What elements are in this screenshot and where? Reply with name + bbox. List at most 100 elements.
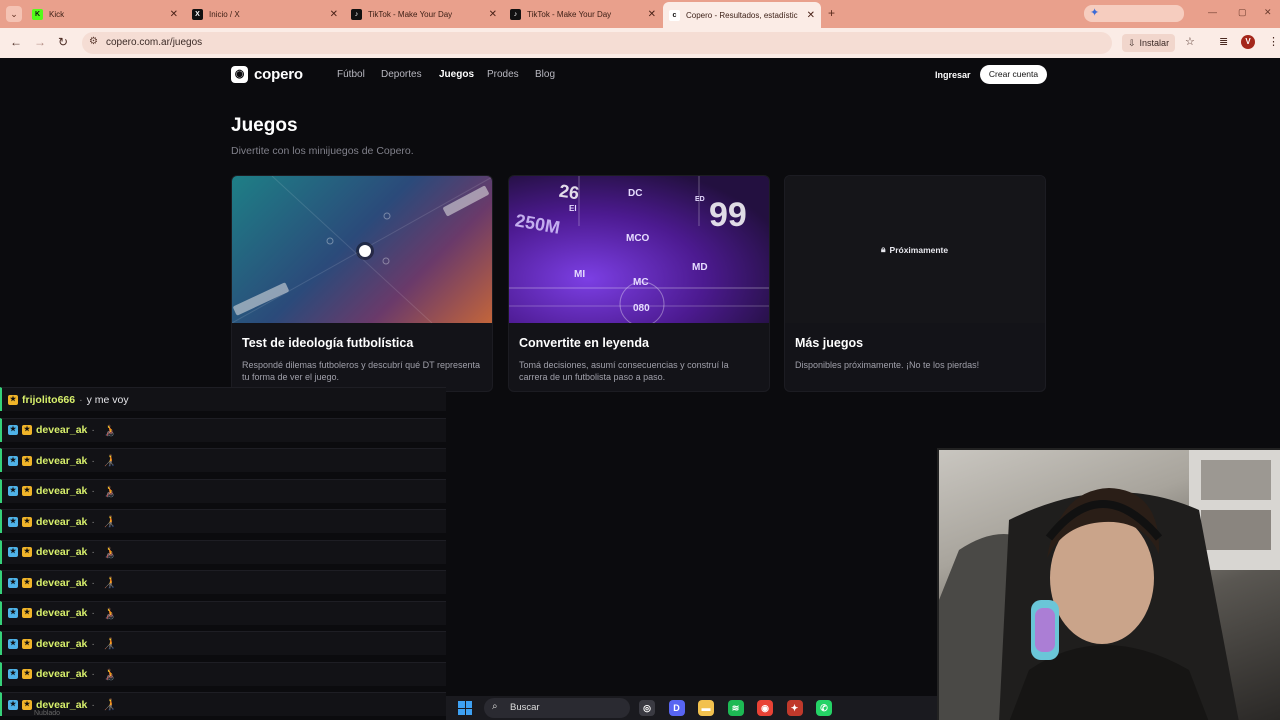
card-become-legend[interactable]: 26 99 250M DC EI MCO MI MD MC ED 080 Con… (508, 175, 770, 392)
card-more-games: 🔒︎ Próximamente Más juegos Disponibles p… (784, 175, 1046, 392)
coming-soon-badge: 🔒︎ Próximamente (881, 244, 948, 255)
card-title: Más juegos (795, 336, 864, 350)
position-label: MCO (626, 233, 650, 244)
reload-icon[interactable]: ↻ (58, 35, 68, 49)
card-ideology-test[interactable]: Test de ideología futbolística Respondé … (231, 175, 493, 392)
chat-emote: 🧑‍🦯 (102, 638, 117, 650)
nav-futbol[interactable]: Fútbol (337, 69, 365, 80)
close-tab-icon[interactable]: ✕ (648, 9, 656, 20)
chat-emote: 🧑‍🦯 (102, 577, 117, 589)
close-tab-icon[interactable]: ✕ (489, 9, 497, 20)
mod-badge-icon: ★ (8, 455, 18, 466)
ideology-card-image (232, 176, 492, 323)
minimize-icon[interactable]: — (1208, 7, 1217, 17)
search-icon: ⌕ (492, 701, 498, 712)
position-label: DC (628, 188, 643, 199)
crown-badge-icon: ★ (8, 394, 18, 405)
windows-start-icon[interactable] (458, 701, 472, 715)
page-subtitle: Divertite con los minijuegos de Copero. (231, 145, 414, 157)
gemini-button[interactable]: ✦ (1084, 5, 1184, 22)
tab-title: TikTok - Make Your Day (368, 9, 453, 19)
browser-tab[interactable]: ♪ TikTok - Make Your Day ✕ (504, 4, 662, 24)
close-tab-icon[interactable]: ✕ (807, 10, 815, 21)
mod-badge-icon: ★ (8, 577, 18, 588)
tab-search-icon[interactable]: ⌄ (6, 6, 22, 22)
browser-tab[interactable]: c Copero - Resultados, estadístic ✕ (663, 2, 821, 28)
chat-username[interactable]: devear_ak (36, 485, 87, 497)
chat-username[interactable]: devear_ak (36, 455, 87, 467)
copero-icon: c (669, 9, 680, 21)
back-icon[interactable]: ← (10, 35, 22, 49)
login-link[interactable]: Ingresar (935, 70, 971, 80)
maximize-icon[interactable]: ▢ (1238, 7, 1247, 18)
lock-icon: 🔒︎ (881, 244, 886, 254)
bookmark-star-icon[interactable]: ☆ (1185, 35, 1195, 48)
chat-username[interactable]: devear_ak (36, 668, 87, 680)
chat-message: ★ ★ devear_ak · 🧑‍🦽 (0, 417, 446, 442)
forward-icon[interactable]: → (34, 35, 46, 49)
legend-number: 99 (709, 196, 747, 234)
legend-number: 26 (557, 180, 581, 204)
signup-button[interactable]: Crear cuenta (980, 65, 1047, 84)
new-tab-icon[interactable]: + (828, 6, 835, 20)
card-title: Convertite en leyenda (519, 336, 649, 350)
chat-separator: · (91, 698, 95, 711)
copero-logo[interactable]: ◉ copero (231, 66, 303, 83)
close-tab-icon[interactable]: ✕ (330, 9, 338, 20)
chat-separator: · (79, 393, 83, 406)
mod-badge-icon: ★ (8, 699, 18, 710)
browser-tab[interactable]: ♪ TikTok - Make Your Day ✕ (345, 4, 503, 24)
reading-list-icon[interactable]: ≣ (1219, 35, 1228, 48)
discord-icon[interactable]: D (668, 700, 685, 716)
brand-name: copero (254, 66, 303, 83)
chat-emote: 🧑‍🦽 (102, 424, 117, 437)
chat-message: ★ ★ devear_ak · 🧑‍🦽 (0, 661, 446, 686)
mod-badge-icon: ★ (8, 516, 18, 527)
chat-username[interactable]: devear_ak (36, 424, 87, 436)
chat-username[interactable]: devear_ak (36, 546, 87, 558)
chat-username[interactable]: devear_ak (36, 577, 87, 589)
obs-icon[interactable]: ◎ (639, 700, 655, 716)
chat-username[interactable]: devear_ak (36, 638, 87, 650)
browser-tab[interactable]: X Inicio / X ✕ (186, 4, 344, 24)
chat-separator: · (91, 515, 95, 528)
nav-juegos[interactable]: Juegos (439, 69, 474, 80)
close-tab-icon[interactable]: ✕ (170, 9, 178, 20)
ideology-compass-graphic (232, 176, 492, 323)
site-info-icon[interactable]: ⚙ (89, 36, 98, 47)
chat-emote: 🧑‍🦯 (102, 455, 117, 467)
mod-badge-icon: ★ (8, 547, 18, 557)
tab-title: TikTok - Make Your Day (527, 9, 612, 19)
mod-badge-icon: ★ (8, 669, 18, 679)
browser-tab[interactable]: K Kick ✕ (26, 4, 184, 24)
chat-username[interactable]: devear_ak (36, 516, 87, 528)
crown-badge-icon: ★ (22, 516, 32, 527)
whatsapp-icon[interactable]: ✆ (816, 700, 832, 716)
nav-blog[interactable]: Blog (535, 69, 555, 80)
chat-message: ★ ★ devear_ak · 🧑‍🦽 (0, 539, 446, 564)
profile-avatar[interactable]: V (1241, 35, 1255, 49)
crown-badge-icon: ★ (22, 669, 32, 679)
app-icon[interactable]: ✦ (786, 700, 803, 716)
spotify-icon[interactable]: ≋ (727, 700, 744, 716)
chat-username[interactable]: frijolito666 (22, 394, 75, 406)
chat-username[interactable]: devear_ak (36, 699, 87, 711)
url-input[interactable]: ⚙ copero.com.ar/juegos (82, 32, 1112, 54)
position-label: MD (692, 262, 708, 273)
nav-prodes[interactable]: Prodes (487, 69, 519, 80)
chrome-icon[interactable]: ◉ (757, 700, 773, 716)
weather-label: Nublado (34, 710, 61, 717)
close-window-icon[interactable]: ✕ (1264, 7, 1272, 18)
position-label: EI (569, 204, 577, 213)
crown-badge-icon: ★ (22, 425, 32, 435)
chat-separator: · (91, 668, 95, 680)
folder-icon[interactable]: ▬ (698, 700, 714, 716)
chat-emote: 🧑‍🦽 (102, 485, 117, 498)
kebab-menu-icon[interactable]: ⋮ (1268, 35, 1279, 48)
install-app-button[interactable]: ⇩ Instalar (1122, 34, 1176, 52)
windows-taskbar: ⌕ Buscar ◎ D ▬ ≋ ◉ ✦ ✆ (446, 696, 938, 720)
chat-message: ★ frijolito666 · y me voy (0, 387, 446, 411)
taskbar-search-box[interactable]: ⌕ Buscar (484, 698, 630, 718)
chat-username[interactable]: devear_ak (36, 607, 87, 619)
nav-deportes[interactable]: Deportes (381, 69, 422, 80)
